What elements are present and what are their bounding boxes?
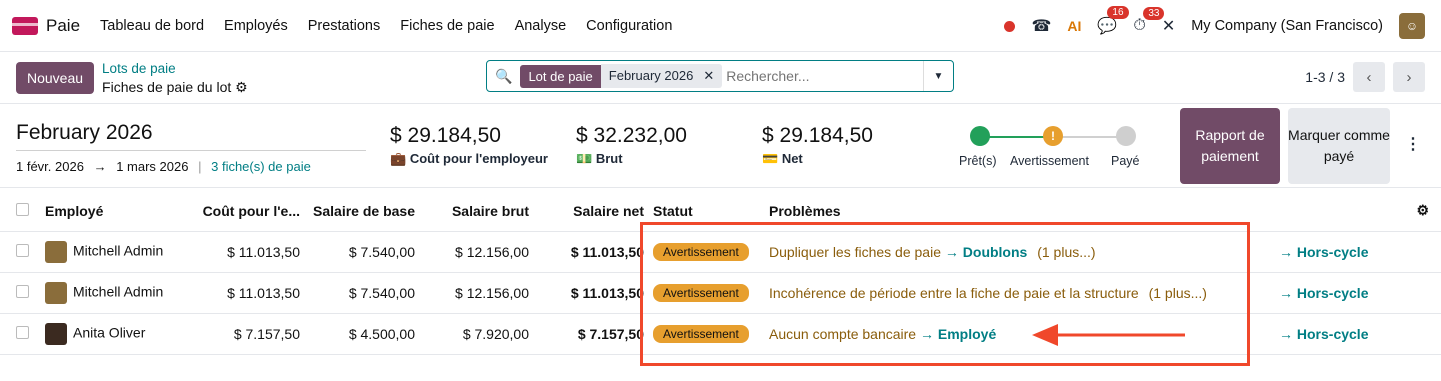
- batch-title: February 2026: [16, 121, 153, 144]
- row-checkbox[interactable]: [16, 325, 29, 339]
- employer-cost-cell: $ 11.013,50: [185, 272, 300, 314]
- chat-count-badge: 16: [1107, 6, 1129, 19]
- employee-name: Mitchell Admin: [73, 283, 164, 300]
- gear-icon[interactable]: ⚙: [235, 79, 248, 95]
- step-paid-icon: [1116, 126, 1136, 146]
- off-cycle-button[interactable]: → Hors-cycle: [1279, 244, 1368, 260]
- gross-value: $ 32.232,00: [576, 124, 687, 147]
- step-paid-label: Payé: [1111, 154, 1140, 168]
- previous-page-icon[interactable]: ‹: [1353, 62, 1385, 92]
- pager-value[interactable]: 1-3 / 3: [1305, 69, 1345, 85]
- col-gross-salary[interactable]: Salaire brut: [415, 191, 529, 232]
- breadcrumb-parent[interactable]: Lots de paie: [102, 60, 248, 78]
- payroll-app-icon[interactable]: [12, 16, 38, 35]
- employee-name: Anita Oliver: [73, 324, 146, 341]
- briefcase-icon: 💼: [390, 151, 407, 166]
- new-button[interactable]: Nouveau: [16, 61, 95, 94]
- employee-name: Mitchell Admin: [73, 242, 164, 259]
- control-panel: Nouveau Lots de paie Fiches de paie du l…: [0, 52, 1441, 104]
- net-label: Net: [781, 151, 803, 166]
- company-switcher[interactable]: My Company (San Francisco): [1191, 18, 1383, 34]
- activity-count-badge: 33: [1143, 7, 1165, 20]
- off-cycle-button[interactable]: → Hors-cycle: [1279, 326, 1368, 342]
- date-arrow-icon: →: [93, 159, 107, 174]
- gross-salary-cell: $ 7.920,00: [415, 313, 529, 355]
- facet-value-text: February 2026: [608, 68, 694, 83]
- gross-label: Brut: [595, 151, 623, 166]
- employer-cost-cell: $ 11.013,50: [185, 231, 300, 273]
- pager: 1-3 / 3 ‹ ›: [1305, 62, 1425, 92]
- title-underline: [16, 150, 366, 151]
- gross-salary-cell: $ 12.156,00: [415, 231, 529, 273]
- employee-avatar: [45, 281, 67, 304]
- base-salary-cell: $ 7.540,00: [300, 272, 415, 314]
- base-salary-cell: $ 7.540,00: [300, 231, 415, 273]
- menu-work-entries[interactable]: Prestations: [308, 18, 381, 34]
- next-page-icon[interactable]: ›: [1393, 62, 1425, 92]
- top-navbar: Paie Tableau de bord Employés Prestation…: [0, 0, 1441, 52]
- col-net-salary[interactable]: Salaire net: [529, 191, 644, 232]
- column-settings-icon[interactable]: ⚙: [1416, 202, 1429, 218]
- tools-icon[interactable]: ✕: [1162, 16, 1175, 36]
- status-dot-icon[interactable]: [1004, 20, 1016, 32]
- col-employee[interactable]: Employé: [45, 191, 185, 232]
- row-checkbox[interactable]: [16, 243, 29, 257]
- payslip-count-link[interactable]: 3 fiche(s) de paie: [211, 159, 311, 174]
- net-salary-cell: $ 11.013,50: [529, 231, 644, 273]
- app-name[interactable]: Paie: [46, 16, 80, 36]
- employer-cost-cell: $ 7.157,50: [185, 313, 300, 355]
- search-input[interactable]: [726, 68, 907, 84]
- row-checkbox[interactable]: [16, 284, 29, 298]
- employee-avatar: [45, 322, 67, 345]
- remove-facet-icon[interactable]: ✕: [703, 68, 714, 84]
- more-actions-icon[interactable]: ⋮: [1405, 134, 1421, 154]
- col-base-salary[interactable]: Salaire de base: [300, 191, 415, 232]
- batch-dates: 1 févr. 2026 → 1 mars 2026 | 3 fiche(s) …: [16, 159, 311, 174]
- step-warning-icon: !: [1043, 126, 1063, 146]
- gross-stat: $ 32.232,00 💵 Brut: [576, 124, 687, 167]
- phone-icon[interactable]: ☎: [1031, 16, 1051, 36]
- net-value: $ 29.184,50: [762, 124, 873, 147]
- ai-icon[interactable]: AI: [1067, 18, 1081, 34]
- menu-reporting[interactable]: Analyse: [515, 18, 567, 34]
- base-salary-cell: $ 4.500,00: [300, 313, 415, 355]
- net-salary-cell: $ 11.013,50: [529, 272, 644, 314]
- money-icon: 💵: [576, 151, 593, 166]
- mark-paid-button[interactable]: Marquer comme payé: [1288, 108, 1390, 184]
- date-separator: |: [198, 159, 202, 174]
- step-warning-label: Avertissement: [1010, 154, 1089, 168]
- employer-cost-stat: $ 29.184,50 💼 Coût pour l'employeur: [390, 124, 548, 167]
- chat-icon[interactable]: 💬 16: [1097, 6, 1129, 36]
- menu-employees[interactable]: Employés: [224, 18, 288, 34]
- employee-avatar: [45, 240, 67, 263]
- annotation-arrow-icon: [1032, 324, 1185, 346]
- col-employer-cost[interactable]: Coût pour l'e...: [185, 191, 300, 232]
- step-ready-icon: [970, 126, 990, 146]
- net-salary-cell: $ 7.157,50: [529, 313, 644, 355]
- search-dropdown-toggle-icon[interactable]: ▼: [923, 61, 953, 91]
- date-to: 1 mars 2026: [116, 159, 189, 174]
- search-icon: 🔍: [495, 67, 513, 84]
- breadcrumb: Lots de paie Fiches de paie du lot ⚙: [102, 60, 248, 96]
- date-from: 1 févr. 2026: [16, 159, 84, 174]
- search-facet-label: Lot de paie: [520, 64, 601, 88]
- employer-cost-label: Coût pour l'employeur: [409, 151, 548, 166]
- gross-salary-cell: $ 12.156,00: [415, 272, 529, 314]
- menu-configuration[interactable]: Configuration: [586, 18, 672, 34]
- employer-cost-value: $ 29.184,50: [390, 124, 501, 147]
- step-ready-label: Prêt(s): [959, 154, 997, 168]
- select-all-checkbox[interactable]: [16, 202, 29, 216]
- payment-report-button[interactable]: Rapport de paiement: [1180, 108, 1280, 184]
- batch-summary: February 2026 1 févr. 2026 → 1 mars 2026…: [0, 104, 1441, 188]
- menu-payslips[interactable]: Fiches de paie: [400, 18, 494, 34]
- breadcrumb-current: Fiches de paie du lot: [102, 78, 232, 95]
- card-icon: 💳: [762, 151, 779, 166]
- net-stat: $ 29.184,50 💳 Net: [762, 124, 873, 167]
- activity-clock-icon[interactable]: ⏱ 33: [1133, 7, 1165, 35]
- menu-dashboard[interactable]: Tableau de bord: [100, 18, 204, 34]
- search-bar[interactable]: 🔍 Lot de paie February 2026 ✕ ▼: [486, 60, 954, 92]
- user-avatar[interactable]: ☺: [1399, 13, 1425, 39]
- search-facet-value: February 2026 ✕: [600, 64, 723, 88]
- off-cycle-button[interactable]: → Hors-cycle: [1279, 285, 1368, 301]
